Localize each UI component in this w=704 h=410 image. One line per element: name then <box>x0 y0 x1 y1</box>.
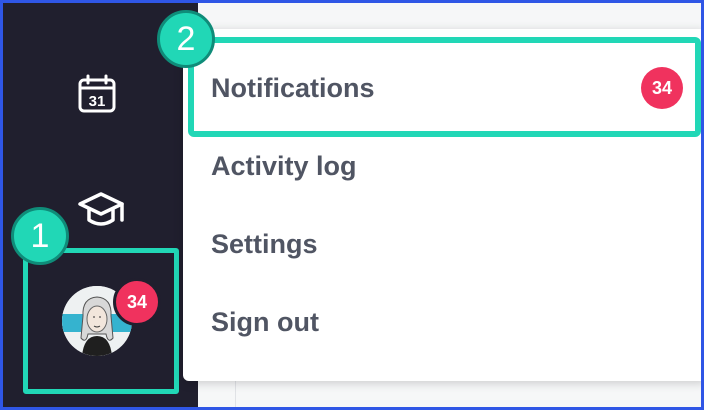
profile-highlight: 34 <box>23 248 179 394</box>
sidebar: 31 34 <box>3 3 198 407</box>
screenshot-frame: 31 34 1 Notifications Activity log Setti… <box>0 0 704 410</box>
menu-item-activity-log[interactable]: Activity log <box>211 151 357 182</box>
calendar-date: 31 <box>89 93 106 110</box>
avatar-notification-badge: 34 <box>113 278 161 326</box>
menu-item-settings[interactable]: Settings <box>211 229 318 260</box>
notifications-badge: 34 <box>641 67 683 109</box>
step-marker-1: 1 <box>11 207 69 265</box>
step-marker-2: 2 <box>157 10 215 68</box>
notifications-highlight <box>188 37 701 137</box>
calendar-icon[interactable]: 31 <box>73 71 121 119</box>
graduation-cap-icon[interactable] <box>73 187 129 235</box>
menu-item-sign-out[interactable]: Sign out <box>211 307 319 338</box>
